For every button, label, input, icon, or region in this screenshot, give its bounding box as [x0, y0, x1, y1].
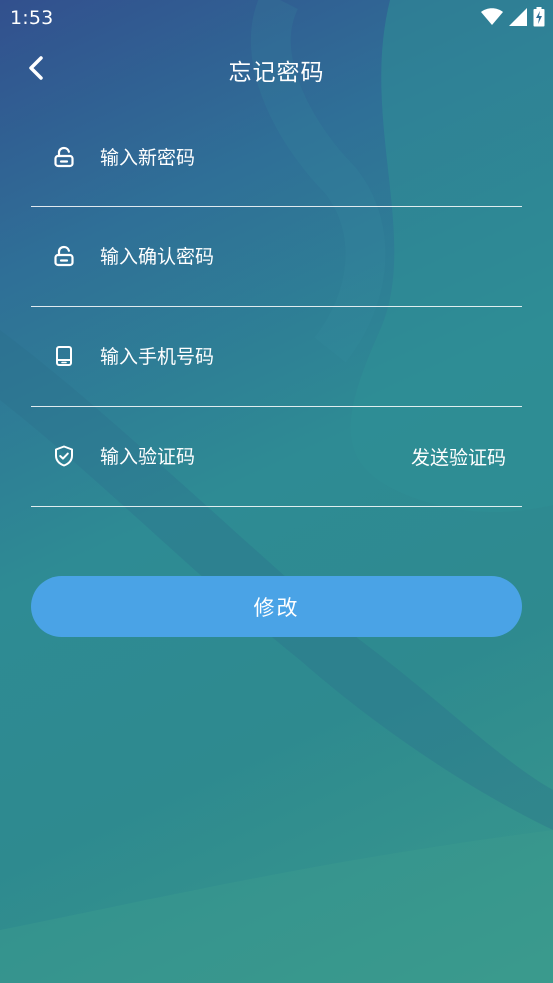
header: 忘记密码: [0, 40, 553, 96]
shield-check-icon: [51, 443, 77, 469]
new-password-input[interactable]: [100, 140, 400, 176]
reset-password-form: 发送验证码: [31, 108, 522, 507]
wifi-icon: [481, 8, 503, 25]
status-bar: 1:53: [0, 0, 553, 38]
confirm-password-input[interactable]: [100, 239, 400, 275]
phone-icon: [51, 343, 77, 369]
battery-charging-icon: [533, 7, 545, 27]
verification-code-row: 发送验证码: [31, 407, 522, 507]
confirm-password-row: [31, 207, 522, 307]
submit-button[interactable]: 修改: [31, 576, 522, 637]
verification-code-input[interactable]: [100, 439, 350, 475]
send-code-button[interactable]: 发送验证码: [411, 443, 506, 470]
new-password-row: [31, 108, 522, 207]
status-icons: [481, 7, 545, 27]
page-title: 忘记密码: [228, 60, 325, 86]
unlock-icon: [51, 243, 77, 269]
status-time: 1:53: [10, 7, 54, 29]
phone-input[interactable]: [100, 339, 400, 375]
signal-icon: [509, 8, 527, 26]
phone-row: [31, 307, 522, 407]
unlock-icon: [51, 144, 77, 170]
